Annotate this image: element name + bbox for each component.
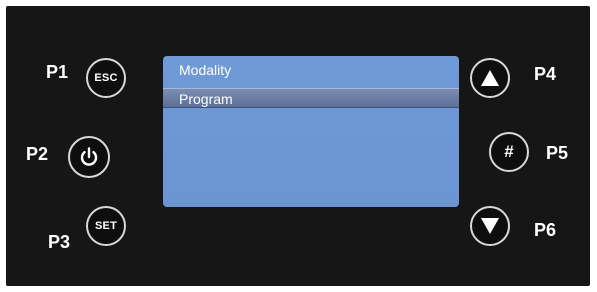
p3-label: P3	[48, 232, 71, 252]
menu-item-modality[interactable]: Modality	[163, 60, 459, 80]
down-button[interactable]	[470, 206, 510, 246]
menu-item-program-selected[interactable]: Program	[163, 88, 459, 108]
p1-label: P1	[46, 62, 69, 82]
hash-button[interactable]: #	[489, 132, 529, 172]
up-button[interactable]	[470, 58, 510, 98]
hash-button-label: #	[504, 142, 514, 161]
p4-label: P4	[534, 64, 557, 84]
set-button[interactable]: SET	[86, 206, 126, 246]
power-button[interactable]	[68, 136, 110, 178]
esc-button[interactable]: ESC	[86, 58, 126, 98]
down-arrow-icon	[480, 217, 500, 235]
set-button-label: SET	[95, 220, 117, 232]
control-panel: P1 ESC P2 P3 SET Modality Program P4 # P…	[6, 6, 590, 286]
up-arrow-icon	[480, 69, 500, 87]
p2-label: P2	[26, 144, 49, 164]
p5-label: P5	[546, 143, 569, 163]
lcd-screen: Modality Program	[163, 56, 459, 207]
power-icon	[78, 146, 100, 168]
p6-label: P6	[534, 220, 557, 240]
esc-button-label: ESC	[94, 72, 118, 84]
